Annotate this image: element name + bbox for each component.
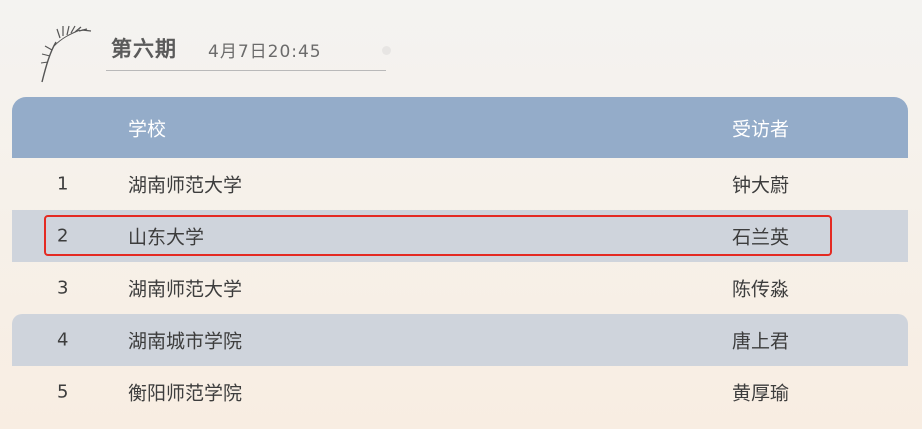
interviewee-cell: 钟大蔚 [732,174,790,197]
school-cell: 山东大学 [128,226,205,249]
row-number: 1 [57,173,69,195]
school-cell: 湖南师范大学 [128,174,243,197]
interviewee-cell: 黄厚瑜 [732,382,790,405]
interview-table: 学校 受访者 1 湖南师范大学 钟大蔚 2 山东大学 石兰英 3 湖南师范大学 … [12,97,908,418]
header-divider [106,70,386,71]
interviewee-cell: 石兰英 [732,226,790,249]
issue-title: 第六期 [111,37,177,61]
table-header-row: 学校 受访者 [12,97,908,158]
school-cell: 湖南城市学院 [128,330,243,353]
interviewee-cell: 陈传淼 [732,278,790,301]
table-row: 4 湖南城市学院 唐上君 [12,314,908,366]
school-cell: 湖南师范大学 [128,278,243,301]
bamboo-icon [40,25,92,83]
header-dot [382,46,391,55]
row-number: 4 [57,329,69,351]
interviewee-cell: 唐上君 [732,330,790,353]
table-row: 3 湖南师范大学 陈传淼 [12,262,908,314]
school-cell: 衡阳师范学院 [128,382,243,405]
row-number: 2 [57,225,69,247]
table-row: 2 山东大学 石兰英 [12,210,908,262]
row-number: 3 [57,277,69,299]
row-number: 5 [57,381,69,403]
table-row: 5 衡阳师范学院 黄厚瑜 [12,366,908,418]
column-header-school: 学校 [128,118,167,140]
issue-header: 第六期 4月7日20:45 [22,14,402,84]
issue-date: 4月7日20:45 [208,42,322,62]
column-header-interviewee: 受访者 [732,118,790,140]
table-row: 1 湖南师范大学 钟大蔚 [12,158,908,210]
